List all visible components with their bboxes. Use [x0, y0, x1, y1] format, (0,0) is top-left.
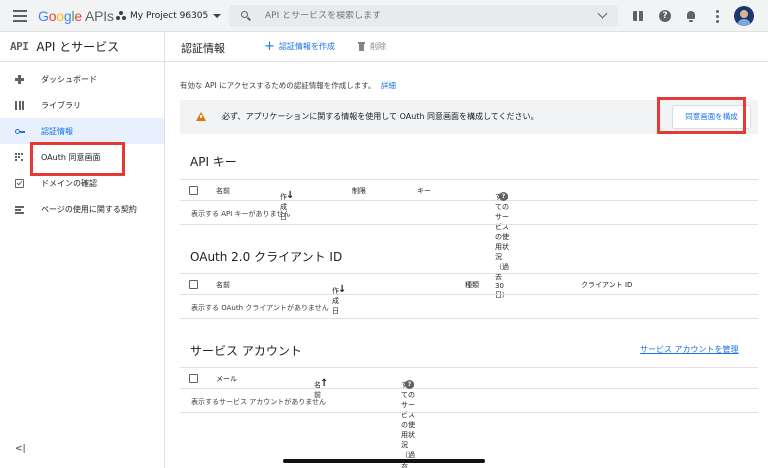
arrow-up-icon: ↑: [320, 378, 329, 389]
more-vert-icon[interactable]: [711, 9, 725, 23]
table-header: メール 名前↑ すべてのサービスの使用状況（過去 30 日）?: [180, 367, 758, 468]
table-header: 名前 作成日↓ 制限 キー すべてのサービスの使用状況（過去 30 日）?: [180, 179, 758, 299]
key-icon: [15, 127, 25, 136]
help-icon[interactable]: ?: [658, 9, 672, 23]
sidebar-item-page-usage-agreements[interactable]: ページの使用に関する契約: [0, 196, 164, 222]
gift-icon[interactable]: [631, 9, 645, 23]
description: 有効な API にアクセスするための認証情報を作成します。 詳細: [180, 80, 396, 91]
empty-row: 表示するサービス アカウントがありません: [180, 389, 758, 413]
warning-icon: [196, 112, 206, 121]
search-bar[interactable]: [229, 5, 618, 27]
manage-service-accounts-link[interactable]: サービス アカウントを管理: [640, 344, 739, 355]
delete-label: 削除: [370, 42, 386, 51]
sidebar: API API とサービス ダッシュボード ライブラリ 認証情報 OAuth 同…: [0, 32, 165, 468]
hamburger-menu-icon[interactable]: [13, 10, 27, 22]
settings-list-icon: [15, 205, 24, 214]
api-keys-title: API キー: [190, 155, 237, 169]
sidebar-item-library[interactable]: ライブラリ: [0, 92, 164, 118]
checkbox-icon: [15, 179, 24, 188]
highlight-box-configure: [657, 97, 746, 134]
google-apis-logo[interactable]: Google APIs: [38, 8, 114, 24]
plus-icon: +: [264, 38, 275, 54]
oauth-consent-icon: [15, 153, 24, 162]
select-all-checkbox[interactable]: [189, 186, 198, 195]
api-keys-table: 名前 作成日↓ 制限 キー すべてのサービスの使用状況（過去 30 日）? 表示…: [180, 179, 758, 299]
help-icon: ?: [405, 380, 414, 389]
main-content: 認証情報 + 認証情報を作成 削除 有効な API にアクセスするための認証情報…: [165, 32, 768, 468]
search-icon: [241, 11, 251, 21]
search-expand-icon[interactable]: [597, 8, 608, 19]
description-text: 有効な API にアクセスするための認証情報を作成します。: [180, 81, 376, 90]
api-logo-icon: API: [10, 40, 29, 53]
column-header[interactable]: メール: [216, 374, 237, 384]
sidebar-item-credentials[interactable]: 認証情報: [0, 118, 164, 144]
action-bar: 認証情報 + 認証情報を作成 削除: [165, 32, 768, 62]
highlight-box-oauth: [30, 142, 125, 176]
collapse-sidebar-icon[interactable]: <|: [15, 444, 26, 454]
column-header[interactable]: クライアント ID: [581, 280, 632, 290]
oauth-title: OAuth 2.0 クライアント ID: [190, 250, 343, 264]
warning-text: 必ず、アプリケーションに関する情報を使用して OAuth 同意画面を構成してくだ…: [222, 112, 539, 121]
arrow-down-icon: ↓: [338, 284, 347, 295]
column-header[interactable]: 名前: [216, 186, 230, 196]
help-icon: ?: [499, 192, 508, 201]
table-header: 名前 作成日 ↓ 種類 クライアント ID: [180, 273, 758, 315]
chevron-down-icon: [213, 14, 222, 18]
sidebar-item-label: 認証情報: [41, 126, 73, 136]
details-link[interactable]: 詳細: [381, 81, 396, 90]
sidebar-item-label: ダッシュボード: [41, 74, 97, 84]
sidebar-title: API とサービス: [36, 40, 120, 54]
sidebar-header: API API とサービス: [0, 32, 164, 62]
sidebar-item-label: ライブラリ: [41, 100, 81, 110]
arrow-down-icon: ↓: [286, 190, 295, 201]
top-bar: GoogleAPIs My Project 96305 ?: [0, 0, 768, 32]
column-header[interactable]: 種類: [465, 280, 479, 290]
avatar[interactable]: [734, 6, 754, 26]
service-accounts-table: メール 名前↑ すべてのサービスの使用状況（過去 30 日）? 表示するサービス…: [180, 367, 758, 468]
warning-banner: 必ず、アプリケーションに関する情報を使用して OAuth 同意画面を構成してくだ…: [180, 97, 758, 134]
empty-row: 表示する OAuth クライアントがありません: [180, 295, 758, 319]
delete-button[interactable]: 削除: [358, 41, 386, 52]
oauth-table: 名前 作成日 ↓ 種類 クライアント ID 表示する OAuth クライアントがあ…: [180, 273, 758, 319]
sidebar-item-dashboard[interactable]: ダッシュボード: [0, 66, 164, 92]
empty-row: 表示する API キーがありません: [180, 201, 758, 225]
project-icon: [116, 11, 126, 21]
service-accounts-title: サービス アカウント: [190, 344, 302, 358]
page-title: 認証情報: [181, 42, 225, 55]
project-selector[interactable]: My Project 96305: [116, 9, 222, 23]
sidebar-item-label: ページの使用に関する契約: [41, 204, 137, 214]
create-credentials-button[interactable]: + 認証情報を作成: [264, 38, 335, 54]
trash-icon: [358, 42, 365, 51]
select-all-checkbox[interactable]: [189, 374, 198, 383]
sidebar-item-label: ドメインの確認: [41, 178, 97, 188]
column-header[interactable]: 名前: [216, 280, 230, 290]
select-all-checkbox[interactable]: [189, 280, 198, 289]
dashboard-icon: [15, 75, 24, 84]
create-credentials-label: 認証情報を作成: [278, 42, 335, 51]
project-name: My Project 96305: [130, 11, 209, 21]
column-header[interactable]: キー: [417, 186, 431, 196]
home-indicator: [283, 459, 485, 463]
search-input[interactable]: [265, 11, 585, 21]
notifications-icon[interactable]: [684, 9, 698, 23]
column-header[interactable]: 制限: [352, 186, 366, 196]
library-icon: [15, 101, 24, 110]
